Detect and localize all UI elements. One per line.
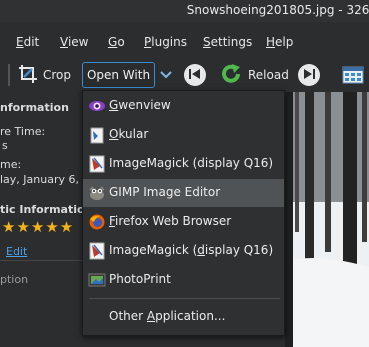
reload-label: Reload	[248, 68, 289, 82]
menu-item-label: ImageMagick (display Q16)	[109, 243, 273, 257]
menu-item-okular[interactable]: Okular	[83, 121, 284, 149]
previous-button[interactable]	[184, 64, 206, 86]
menu-separator	[89, 298, 280, 299]
main-toolbar: Crop Open With Reload	[0, 58, 369, 92]
menu-settings[interactable]: Settings	[203, 35, 252, 49]
menu-item-imagemagick[interactable]: ImageMagick (display Q16)	[83, 150, 284, 178]
label-pre: ImageMagick (	[109, 243, 198, 257]
open-with-button[interactable]: Open With	[82, 62, 155, 88]
title-bar: Snowshoeing201805.jpg - 3264	[0, 0, 369, 22]
skip-forward-icon	[302, 68, 316, 83]
menu-item-firefox[interactable]: Firefox Web Browser	[83, 208, 284, 236]
menu-item-other-application[interactable]: Other Application...	[83, 303, 284, 331]
menu-view-mnemonic: V	[60, 35, 68, 49]
photoprint-icon	[88, 271, 106, 289]
snow-forest-image	[285, 92, 369, 347]
menu-plugins-label: lugins	[151, 35, 187, 49]
semantic-info-heading: tic Information	[0, 203, 93, 216]
gimp-icon	[88, 184, 106, 202]
info-sidebar: nformation re Time: s me: lay, January 6…	[0, 92, 104, 347]
menu-view-label: iew	[67, 35, 89, 49]
menu-item-gwenview[interactable]: Gwenview	[83, 92, 284, 120]
capture-time-value: s	[2, 139, 8, 152]
menu-go[interactable]: Go	[108, 35, 125, 49]
reload-icon	[220, 63, 242, 88]
menu-item-label: GIMP Image Editor	[109, 185, 221, 199]
label-pre: Other	[109, 309, 147, 323]
open-with-label: Open With	[86, 68, 151, 82]
edit-link[interactable]: Edit	[6, 245, 27, 258]
open-with-dropdown-arrow[interactable]	[158, 62, 174, 88]
next-button[interactable]	[298, 64, 320, 86]
imagemagick-icon	[88, 242, 106, 260]
menu-bar: Edit View Go Plugins Settings Help	[0, 32, 369, 54]
mnemonic: d	[197, 243, 205, 257]
app-window: Snowshoeing201805.jpg - 3264 Edit View G…	[0, 0, 369, 347]
skip-back-icon	[188, 68, 202, 83]
menu-go-mnemonic: G	[108, 35, 118, 49]
menu-view[interactable]: View	[60, 35, 88, 49]
menu-go-label: o	[117, 35, 125, 49]
toolbar-handle[interactable]	[8, 64, 10, 86]
grid-icon	[342, 66, 364, 89]
menu-item-label: Gwenview	[109, 98, 171, 112]
menu-settings-label: ettings	[210, 35, 253, 49]
crop-button[interactable]: Crop	[18, 62, 71, 88]
date-label: me:	[0, 158, 22, 171]
menu-item-label: Firefox Web Browser	[109, 214, 231, 228]
photo-view[interactable]	[285, 92, 369, 347]
photo-frame-edge	[285, 92, 293, 347]
menu-item-label: Okular	[109, 127, 148, 141]
menu-help-mnemonic: H	[266, 35, 276, 49]
menu-item-photoprint[interactable]: PhotoPrint	[83, 266, 284, 294]
menu-item-label: ImageMagick (display Q16)	[109, 156, 274, 170]
label-rest: kular	[118, 127, 149, 141]
crop-icon	[18, 64, 38, 87]
gwenview-icon	[88, 97, 106, 115]
capture-time-label: re Time:	[0, 125, 46, 138]
label-rest: isplay Q16)	[204, 243, 274, 257]
menu-edit-mnemonic: E	[16, 35, 24, 49]
imagemagick-icon	[88, 155, 106, 173]
menu-help[interactable]: Help	[266, 35, 293, 49]
crop-label: Crop	[43, 68, 72, 82]
label-rest: wenview	[118, 98, 171, 112]
label-rest: pplication...	[155, 309, 226, 323]
okular-icon	[88, 126, 106, 144]
window-title: Snowshoeing201805.jpg - 3264	[186, 3, 369, 17]
reload-button[interactable]: Reload	[220, 62, 289, 88]
chevron-down-icon	[160, 68, 172, 82]
firefox-icon	[88, 213, 106, 231]
open-with-menu: Gwenview Okular ImageMagick (display Q16…	[82, 90, 285, 336]
menu-edit[interactable]: Edit	[16, 35, 39, 49]
rating-stars[interactable]: ★★★★★	[2, 218, 74, 236]
menu-help-label: elp	[275, 35, 294, 49]
menu-item-label: Other Application...	[109, 309, 225, 323]
mnemonic: G	[109, 98, 119, 112]
sidebar-divider	[0, 260, 82, 261]
menu-plugins[interactable]: Plugins	[144, 35, 187, 49]
menu-item-gimp[interactable]: GIMP Image Editor	[83, 179, 284, 207]
thumbnail-view-button[interactable]	[342, 64, 364, 86]
caption-field[interactable]: ption	[0, 273, 28, 286]
information-heading: nformation	[0, 101, 69, 114]
label-rest: irefox Web Browser	[115, 214, 232, 228]
menu-item-label: PhotoPrint	[109, 272, 171, 286]
menu-settings-mnemonic: S	[203, 35, 211, 49]
menu-edit-label: dit	[23, 35, 40, 49]
mnemonic: A	[146, 309, 156, 323]
menu-item-imagemagick-display[interactable]: ImageMagick (display Q16)	[83, 237, 284, 265]
